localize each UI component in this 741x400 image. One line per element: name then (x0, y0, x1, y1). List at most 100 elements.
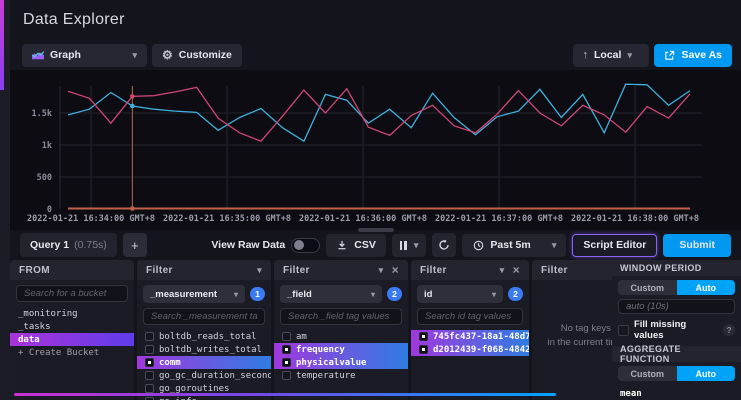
chevron-down-icon: ▾ (492, 290, 496, 299)
page-header: Data Explorer (10, 0, 741, 40)
chevron-down-icon[interactable]: ▾ (257, 265, 262, 276)
tag-key-value: id (424, 289, 432, 300)
filter-card-measurement: Filter ▾ _measurement ▾ 1 boltdb_reads_t… (137, 260, 271, 400)
checkbox-icon[interactable] (282, 371, 291, 380)
id-list: 745fc437-18a1-48d7-98a6-7… d2012439-f068… (411, 330, 529, 400)
create-bucket-button[interactable]: + Create Bucket (10, 346, 134, 359)
pause-icon (400, 241, 407, 250)
checkbox-checked-icon[interactable] (419, 332, 428, 341)
bucket-item-selected[interactable]: data (10, 333, 134, 346)
tag-value-item[interactable]: boltdb_reads_total (137, 330, 271, 343)
tag-key-value: _measurement (150, 289, 217, 300)
filter-title: Filter (420, 265, 447, 276)
window-period-toggle: Custom Auto (618, 280, 735, 295)
bucket-item[interactable]: _tasks (10, 320, 134, 333)
gear-icon: ⚙ (162, 49, 173, 61)
chart-panel: 05001k1.5k2022-01-21 16:34:00 GMT+82022-… (10, 70, 741, 230)
submit-button[interactable]: Submit (663, 234, 731, 257)
tag-value-item-selected[interactable]: d2012439-f068-4842-bfef-8… (411, 343, 529, 356)
tag-value-item-selected[interactable]: 745fc437-18a1-48d7-98a6-7… (411, 330, 529, 343)
clock-icon (472, 239, 484, 251)
local-dropdown[interactable]: ↑ Local ▾ (573, 44, 649, 67)
csv-label: CSV (354, 239, 376, 251)
close-icon[interactable]: × (392, 264, 399, 276)
close-icon[interactable]: × (513, 264, 520, 276)
panel-resize-handle[interactable] (358, 228, 394, 232)
svg-text:500: 500 (37, 173, 52, 183)
filter-card-id: Filter ▾× id ▾ 2 745fc437-18a1-48d7-98a6… (411, 260, 529, 400)
tag-value-item[interactable]: go_gc_duration_seconds (137, 369, 271, 382)
arrow-up-icon: ↑ (583, 49, 589, 61)
chevron-down-icon[interactable]: ▾ (500, 265, 505, 276)
aggregate-function-header: AGGREGATE FUNCTION (612, 346, 741, 362)
view-type-dropdown[interactable]: Graph ▾ (22, 44, 147, 67)
csv-download-button[interactable]: CSV (326, 234, 386, 257)
aggregate-toggle: Custom Auto (618, 366, 735, 381)
checkbox-checked-icon[interactable] (419, 345, 428, 354)
query-tab-name: Query 1 (30, 239, 69, 251)
tag-value-item-selected[interactable]: comm (137, 356, 271, 369)
window-custom-button[interactable]: Custom (618, 280, 677, 295)
svg-text:2022-01-21 16:34:00 GMT+8: 2022-01-21 16:34:00 GMT+8 (27, 214, 155, 224)
field-list: am frequency physicalvalue temperature (274, 330, 408, 400)
aggregate-custom-button[interactable]: Custom (618, 366, 677, 381)
view-raw-data-toggle[interactable] (291, 238, 320, 253)
checkbox-icon[interactable] (145, 371, 154, 380)
tag-value-item[interactable]: am (274, 330, 408, 343)
selection-count-badge: 2 (387, 287, 402, 301)
tag-value-item[interactable]: boltdb_writes_total (137, 343, 271, 356)
tag-key-dropdown[interactable]: id ▾ (417, 285, 503, 303)
checkbox-icon[interactable] (145, 345, 154, 354)
export-icon (664, 49, 676, 61)
chevron-down-icon: ▾ (627, 50, 632, 61)
bucket-search-input[interactable] (16, 285, 128, 302)
save-as-button[interactable]: Save As (654, 44, 732, 67)
checkbox-checked-icon[interactable] (282, 345, 291, 354)
time-range-label: Past 5m (490, 239, 545, 251)
checkbox-checked-icon[interactable] (145, 358, 154, 367)
customize-label: Customize (179, 49, 232, 61)
query-tab[interactable]: Query 1 (0.75s) (20, 233, 117, 257)
measurement-list: boltdb_reads_total boltdb_writes_total c… (137, 330, 271, 400)
aggregate-function-selected[interactable]: mean (612, 387, 741, 400)
checkbox-icon[interactable] (145, 332, 154, 341)
query-controls: Query 1 (0.75s) + View Raw Data CSV ▾ (10, 230, 741, 260)
tag-value-item[interactable]: temperature (274, 369, 408, 382)
tag-key-row: _field ▾ 2 (280, 285, 402, 303)
chevron-down-icon[interactable]: ▾ (379, 265, 384, 276)
svg-text:1k: 1k (42, 141, 52, 151)
checkbox-icon[interactable] (282, 332, 291, 341)
window-auto-button[interactable]: Auto (677, 280, 736, 295)
bucket-item[interactable]: _monitoring (10, 307, 134, 320)
customize-button[interactable]: ⚙ Customize (152, 44, 242, 67)
filter-card-header: Filter ▾ × (411, 260, 529, 280)
chevron-down-icon: ▾ (132, 50, 137, 61)
tag-key-dropdown[interactable]: _field ▾ (280, 285, 382, 303)
field-search-input[interactable] (280, 308, 402, 325)
tag-value-item-selected[interactable]: frequency (274, 343, 408, 356)
id-search-input[interactable] (417, 308, 523, 325)
chevron-down-icon: ▾ (371, 290, 375, 299)
help-icon[interactable]: ? (723, 324, 735, 336)
checkbox-checked-icon[interactable] (282, 358, 291, 367)
pause-button[interactable]: ▾ (392, 234, 427, 257)
filter-card-header: Filter ▾ (137, 260, 271, 280)
svg-text:2022-01-21 16:35:00 GMT+8: 2022-01-21 16:35:00 GMT+8 (163, 214, 291, 224)
measurement-search-input[interactable] (143, 308, 265, 325)
window-period-value[interactable]: auto (10s) (618, 299, 735, 314)
horizontal-scrollbar[interactable] (14, 393, 556, 396)
checkbox-icon[interactable] (145, 384, 154, 393)
tag-key-dropdown[interactable]: _measurement ▾ (143, 285, 245, 303)
filter-title: Filter (283, 265, 310, 276)
checkbox-icon[interactable] (618, 325, 629, 336)
from-title: FROM (19, 265, 50, 276)
tag-value-item-selected[interactable]: physicalvalue (274, 356, 408, 369)
nav-rail (0, 0, 10, 400)
svg-text:2022-01-21 16:38:00 GMT+8: 2022-01-21 16:38:00 GMT+8 (571, 214, 699, 224)
aggregate-auto-button[interactable]: Auto (677, 366, 736, 381)
script-editor-button[interactable]: Script Editor (572, 234, 657, 257)
from-card-header: FROM (10, 260, 134, 280)
time-range-dropdown[interactable]: Past 5m ▾ (462, 234, 566, 257)
add-query-button[interactable]: + (123, 233, 147, 257)
refresh-button[interactable] (432, 233, 456, 257)
